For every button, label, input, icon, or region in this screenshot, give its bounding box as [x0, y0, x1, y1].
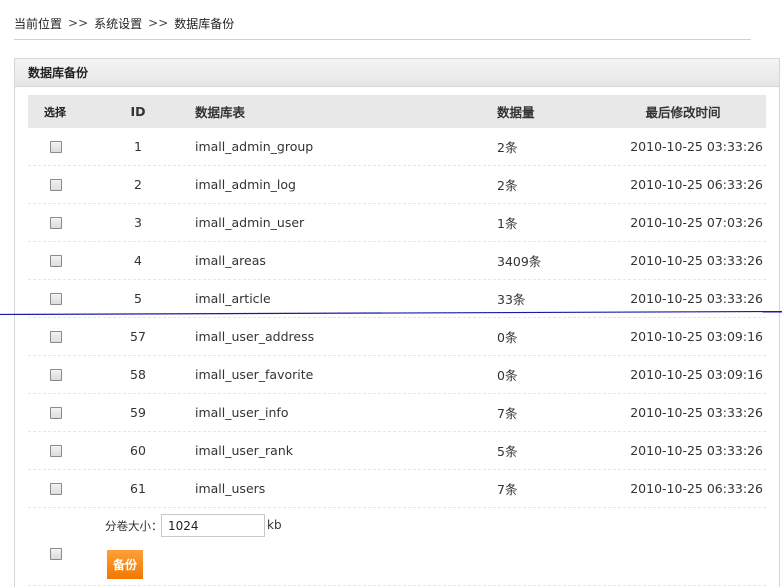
row-id: 1: [134, 139, 142, 154]
breadcrumb-database-backup[interactable]: 数据库备份: [174, 15, 234, 32]
table-row: 61 imall_users 7条 2010-10-25 06:33:26: [28, 470, 766, 508]
row-id: 58: [130, 367, 146, 382]
row-last-modified: 2010-10-25 06:33:26: [630, 481, 763, 496]
row-last-modified: 2010-10-25 07:03:26: [630, 215, 763, 230]
header-id: ID: [130, 104, 146, 119]
divider-line: [0, 311, 782, 315]
row-id: 4: [134, 253, 142, 268]
table-row: 57 imall_user_address 0条 2010-10-25 03:0…: [28, 318, 766, 356]
checkbox-icon[interactable]: [50, 178, 62, 191]
checkbox-icon[interactable]: [50, 330, 62, 343]
row-id: 60: [130, 443, 146, 458]
volume-size-input[interactable]: [161, 514, 265, 537]
row-last-modified: 2010-10-25 03:33:26: [630, 139, 763, 154]
row-table-name: imall_user_favorite: [195, 367, 314, 382]
checkbox-icon[interactable]: [50, 140, 62, 153]
breadcrumb-current-location: 当前位置: [14, 16, 63, 31]
row-last-modified: 2010-10-25 03:09:16: [630, 367, 763, 382]
row-table-name: imall_admin_group: [195, 139, 314, 154]
header-select: 选择: [44, 105, 66, 119]
row-table-name: imall_admin_user: [195, 215, 305, 230]
header-table-name: 数据库表: [195, 105, 246, 120]
checkbox-icon[interactable]: [50, 292, 62, 305]
table-row: 58 imall_user_favorite 0条 2010-10-25 03:…: [28, 356, 766, 394]
row-last-modified: 2010-10-25 03:33:26: [630, 253, 763, 268]
checkbox-icon[interactable]: [50, 482, 62, 495]
backup-button[interactable]: 备份: [107, 550, 143, 579]
row-record-count: 7条: [497, 482, 518, 497]
tables-list: 选择 ID 数据库表 数据量 最后修改时间 1 imall_admin_grou…: [28, 95, 766, 586]
row-id: 2: [134, 177, 142, 192]
row-id: 3: [134, 215, 142, 230]
checkbox-icon[interactable]: [50, 368, 62, 381]
table-row: 60 imall_user_rank 5条 2010-10-25 03:33:2…: [28, 432, 766, 470]
row-record-count: 0条: [497, 368, 518, 383]
row-table-name: imall_users: [195, 481, 266, 496]
row-table-name: imall_admin_log: [195, 177, 296, 192]
row-id: 61: [130, 481, 146, 496]
table-row: 59 imall_user_info 7条 2010-10-25 03:33:2…: [28, 394, 766, 432]
table-row: 2 imall_admin_log 2条 2010-10-25 06:33:26: [28, 166, 766, 204]
breadcrumb-divider: [14, 39, 751, 40]
row-last-modified: 2010-10-25 03:33:26: [630, 443, 763, 458]
header-record-count: 数据量: [497, 105, 535, 120]
table-row: 4 imall_areas 3409条 2010-10-25 03:33:26: [28, 242, 766, 280]
checkbox-icon[interactable]: [50, 254, 62, 267]
select-all-checkbox-icon[interactable]: [50, 548, 62, 560]
backup-footer: 分卷大小： kb 备份: [28, 508, 766, 586]
checkbox-icon[interactable]: [50, 444, 62, 457]
checkbox-icon[interactable]: [50, 406, 62, 419]
breadcrumb: 当前位置 >> 系统设置 >> 数据库备份: [14, 14, 234, 32]
breadcrumb-separator: >>: [68, 16, 89, 30]
checkbox-icon[interactable]: [50, 216, 62, 229]
row-last-modified: 2010-10-25 03:33:26: [630, 405, 763, 420]
row-last-modified: 2010-10-25 03:09:16: [630, 329, 763, 344]
row-record-count: 3409条: [497, 254, 542, 269]
backup-panel: 数据库备份 选择 ID 数据库表 数据量 最后修改时间 1 imall_admi…: [14, 58, 780, 587]
row-table-name: imall_areas: [195, 253, 266, 268]
table-row: 1 imall_admin_group 2条 2010-10-25 03:33:…: [28, 128, 766, 166]
panel-title: 数据库备份: [15, 59, 779, 87]
row-record-count: 2条: [497, 140, 518, 155]
row-record-count: 5条: [497, 444, 518, 459]
breadcrumb-separator: >>: [148, 16, 169, 30]
volume-size-label: 分卷大小：: [105, 519, 163, 533]
header-last-modified: 最后修改时间: [645, 105, 721, 120]
row-table-name: imall_user_rank: [195, 443, 293, 458]
row-last-modified: 2010-10-25 06:33:26: [630, 177, 763, 192]
table-row: 3 imall_admin_user 1条 2010-10-25 07:03:2…: [28, 204, 766, 242]
row-record-count: 0条: [497, 330, 518, 345]
row-id: 57: [130, 329, 146, 344]
row-record-count: 7条: [497, 406, 518, 421]
table-header: 选择 ID 数据库表 数据量 最后修改时间: [28, 95, 766, 128]
row-record-count: 2条: [497, 178, 518, 193]
volume-size-unit: kb: [267, 518, 282, 532]
row-table-name: imall_user_address: [195, 329, 315, 344]
row-record-count: 1条: [497, 216, 518, 231]
row-table-name: imall_user_info: [195, 405, 289, 420]
row-id: 59: [130, 405, 146, 420]
breadcrumb-system-settings[interactable]: 系统设置: [94, 15, 142, 32]
